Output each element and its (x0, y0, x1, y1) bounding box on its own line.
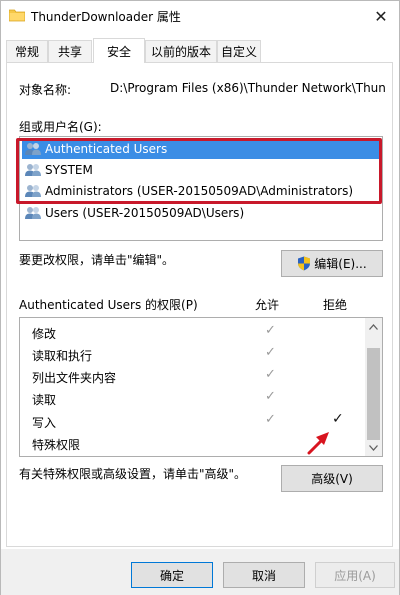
groups-label: 组或用户名(G): (19, 120, 102, 134)
permission-name: 特殊权限 (32, 438, 81, 452)
allow-checkmark: ✓ (265, 412, 276, 427)
tab-previous-versions[interactable]: 以前的版本 (145, 40, 217, 62)
edit-button-label: 编辑(E)... (314, 257, 367, 271)
properties-window: ThunderDownloader 属性 ✕ 常规 共享 安全 以前的版本 自定… (0, 0, 400, 595)
permission-name: 修改 (32, 327, 57, 341)
apply-button-label: 应用(A) (334, 568, 376, 583)
group-item[interactable]: Administrators (USER-20150509AD\Administ… (22, 181, 353, 201)
shield-icon (298, 256, 311, 271)
chevron-up-icon (369, 323, 378, 330)
close-icon: ✕ (374, 6, 388, 26)
users-icon (25, 207, 41, 219)
allow-header: 允许 (255, 298, 280, 312)
ok-button-label: 确定 (159, 568, 184, 583)
window-title: ThunderDownloader 属性 (31, 10, 181, 24)
users-icon (25, 143, 41, 155)
scroll-up-arrow[interactable] (365, 318, 382, 335)
close-button[interactable]: ✕ (363, 1, 399, 31)
dialog-footer: 确定 取消 应用(A) (1, 549, 399, 595)
permissions-label: Authenticated Users 的权限(P) (19, 298, 198, 312)
object-name-value: D:\Program Files (x86)\Thunder Network\T… (110, 81, 386, 95)
permission-name: 读取和执行 (32, 349, 93, 363)
deny-checkmark: ✓ (332, 411, 344, 427)
apply-button[interactable]: 应用(A) (315, 562, 395, 588)
permissions-scrollbar[interactable] (365, 318, 382, 456)
security-panel: 对象名称: D:\Program Files (x86)\Thunder Net… (6, 62, 393, 547)
allow-checkmark: ✓ (265, 345, 276, 360)
allow-checkmark: ✓ (265, 389, 276, 404)
folder-icon (9, 9, 25, 22)
groups-listbox[interactable]: Authenticated Users SYSTEM Administrator… (19, 136, 383, 241)
advanced-button-label: 高级(V) (311, 472, 353, 486)
tab-general[interactable]: 常规 (6, 40, 48, 62)
chevron-down-icon (369, 444, 378, 451)
cancel-button-label: 取消 (251, 568, 276, 583)
tab-security[interactable]: 安全 (93, 38, 145, 63)
group-item[interactable]: SYSTEM (22, 160, 93, 180)
advanced-button[interactable]: 高级(V) (281, 465, 383, 492)
scroll-down-arrow[interactable] (365, 439, 382, 456)
users-icon (25, 164, 41, 176)
tab-strip: 常规 共享 安全 以前的版本 自定义 (1, 38, 399, 63)
group-name: SYSTEM (45, 163, 93, 177)
permission-name: 读取 (32, 393, 57, 407)
permission-name: 写入 (32, 416, 57, 430)
deny-header: 拒绝 (323, 298, 348, 312)
allow-checkmark: ✓ (265, 367, 276, 382)
edit-button[interactable]: 编辑(E)... (281, 250, 383, 277)
tab-sharing[interactable]: 共享 (48, 40, 92, 62)
change-permissions-hint: 要更改权限，请单击"编辑"。 (19, 253, 175, 267)
allow-checkmark: ✓ (265, 323, 276, 338)
object-name-label: 对象名称: (19, 83, 72, 97)
permission-name: 列出文件夹内容 (32, 371, 117, 385)
group-name: Authenticated Users (45, 142, 168, 156)
group-item[interactable]: Users (USER-20150509AD\Users) (22, 203, 244, 223)
group-name: Administrators (USER-20150509AD\Administ… (45, 184, 354, 198)
scroll-thumb[interactable] (367, 348, 380, 440)
group-name: Users (USER-20150509AD\Users) (45, 206, 245, 220)
users-icon (25, 185, 41, 197)
annotation-arrow-icon (307, 432, 329, 455)
advanced-hint: 有关特殊权限或高级设置，请单击"高级"。 (19, 467, 247, 481)
title-bar: ThunderDownloader 属性 ✕ (1, 1, 399, 32)
group-item[interactable]: Authenticated Users (22, 139, 380, 159)
ok-button[interactable]: 确定 (131, 562, 213, 588)
cancel-button[interactable]: 取消 (223, 562, 305, 588)
tab-customize[interactable]: 自定义 (217, 40, 261, 62)
